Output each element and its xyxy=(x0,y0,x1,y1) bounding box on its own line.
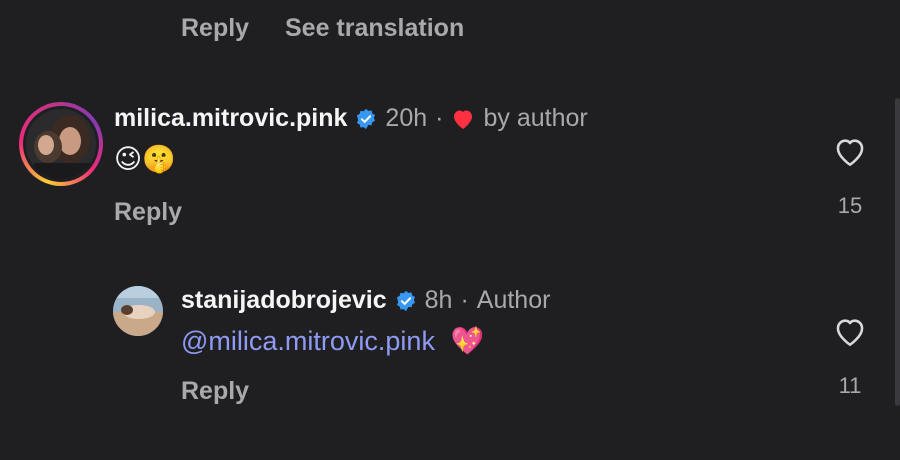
mention-link[interactable]: @milica.mitrovic.pink xyxy=(181,326,435,356)
liked-by-author-label: by author xyxy=(483,104,588,132)
comments-panel: Reply See translation milica.mitrovic.pi… xyxy=(0,0,900,460)
avatar[interactable] xyxy=(113,286,163,336)
scrollbar[interactable] xyxy=(895,98,900,406)
comment-text: @milica.mitrovic.pink 💖 xyxy=(181,325,484,357)
sparkling-heart-emoji: 💖 xyxy=(450,326,485,356)
comment-text: 😉🤫 xyxy=(114,144,176,174)
verified-badge-icon xyxy=(395,290,417,312)
username[interactable]: milica.mitrovic.pink xyxy=(114,104,347,133)
author-label: Author xyxy=(476,286,551,314)
separator-dot: · xyxy=(435,104,444,132)
reply-button[interactable]: Reply xyxy=(181,14,249,43)
like-count: 15 xyxy=(837,193,863,218)
see-translation-button[interactable]: See translation xyxy=(285,14,464,43)
comment-time: 20h xyxy=(385,104,428,132)
verified-badge-icon xyxy=(355,108,377,130)
like-block: 15 xyxy=(820,136,880,219)
comment-header: stanijadobrojevic 8h · Author xyxy=(181,286,550,315)
comment-time: 8h xyxy=(424,286,453,314)
comment-header: milica.mitrovic.pink 20h · by author xyxy=(114,104,588,133)
username[interactable]: stanijadobrojevic xyxy=(181,286,387,315)
heart-outline-icon[interactable] xyxy=(833,316,867,353)
reply-button[interactable]: Reply xyxy=(114,198,182,227)
separator-dot: · xyxy=(460,286,469,314)
avatar-photo xyxy=(26,109,96,179)
like-count: 11 xyxy=(838,373,862,398)
like-block: 11 xyxy=(820,316,880,399)
heart-outline-icon[interactable] xyxy=(833,136,867,173)
reply-button[interactable]: Reply xyxy=(181,377,249,406)
heart-filled-icon xyxy=(451,108,475,130)
avatar[interactable] xyxy=(19,102,103,186)
